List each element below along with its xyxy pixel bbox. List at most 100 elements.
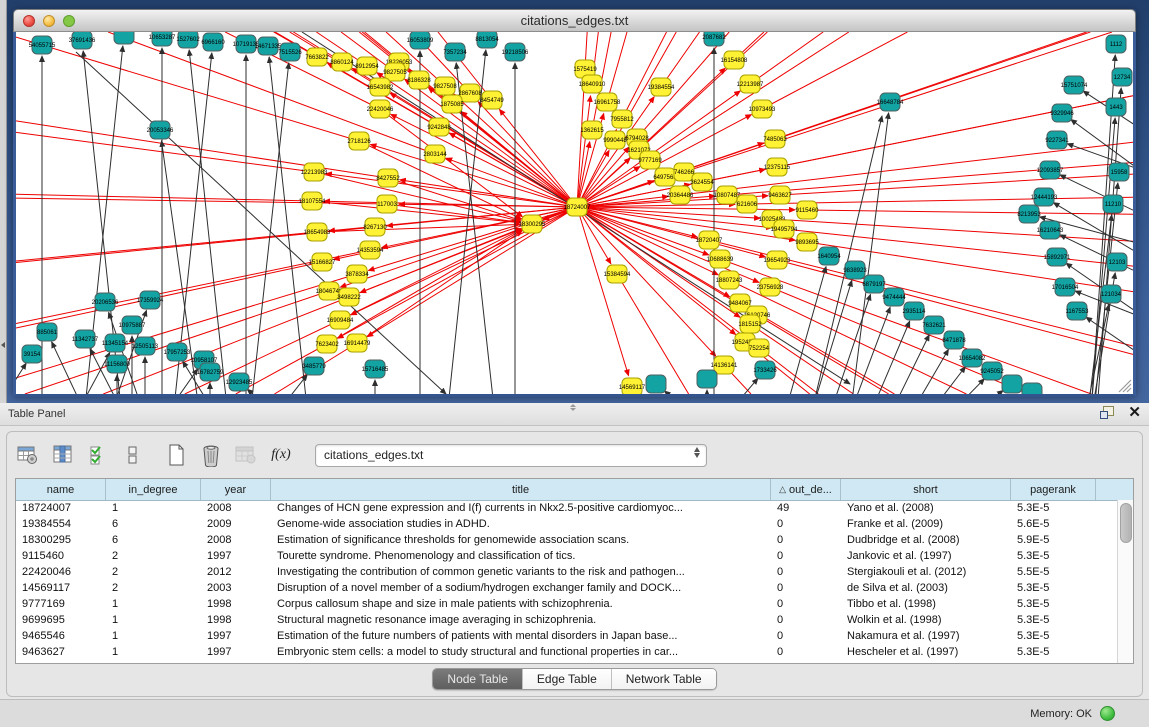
table-type-tabs: Node TableEdge TableNetwork Table <box>432 668 716 690</box>
graph-node-label: 10653287 <box>149 35 176 41</box>
column-header[interactable]: short <box>841 479 1011 500</box>
column-header[interactable]: in_degree <box>106 479 201 500</box>
graph-node-label: 14136141 <box>711 363 738 369</box>
graph-node-label: 18654983 <box>304 230 331 236</box>
split-pane-handle-icon[interactable] <box>566 404 580 412</box>
table-row[interactable]: 911546021997Tourette syndrome. Phenomeno… <box>16 548 1118 564</box>
table-selector-dropdown[interactable]: citations_edges.txt <box>315 444 707 467</box>
graph-node-label: 1167553 <box>1066 309 1090 315</box>
control-panel-splitter[interactable] <box>0 0 7 403</box>
graph-node-label: 2935114 <box>903 309 927 315</box>
graph-node-label: 885061 <box>37 330 58 336</box>
table-row[interactable]: 1830029562008Estimation of significance … <box>16 532 1118 548</box>
graph-node-label: 12213983 <box>301 170 328 176</box>
table-selector-value: citations_edges.txt <box>324 448 423 462</box>
graph-node-label: 15751074 <box>1061 83 1088 89</box>
close-panel-icon[interactable]: ✕ <box>1128 406 1141 420</box>
splitter-collapse-arrow-icon[interactable] <box>1 342 5 348</box>
graph-node-label: 9227341 <box>1045 138 1069 144</box>
graph-node-label: 19654923 <box>764 258 791 264</box>
table-row[interactable]: 1456911722003Disruption of a novel membe… <box>16 580 1118 596</box>
graph-node-teal[interactable] <box>114 32 134 44</box>
graph-node-label: 14569117 <box>619 385 646 391</box>
graph-node-label: 10688639 <box>707 257 734 263</box>
table-panel-header[interactable]: Table Panel ✕ <box>0 403 1149 426</box>
graph-node-label: 17957253 <box>164 350 191 356</box>
graph-node-label: 18107554 <box>299 199 326 205</box>
table-row[interactable]: 977716911998Corpus callosum shape and si… <box>16 596 1118 612</box>
graph-node-label: 3624554 <box>690 180 714 186</box>
column-header[interactable]: title <box>271 479 771 500</box>
graph-node-label: 18300295 <box>519 222 546 228</box>
graph-node-teal[interactable] <box>646 375 666 393</box>
graph-node-teal[interactable] <box>1022 383 1042 394</box>
new-file-button[interactable] <box>163 442 189 468</box>
graph-node-label: 16648784 <box>877 100 904 106</box>
rows-button[interactable] <box>120 442 146 468</box>
graph-node-label: 9990448 <box>603 138 627 144</box>
column-header[interactable]: △out_de... <box>771 479 841 500</box>
graph-node-teal[interactable] <box>1002 375 1022 393</box>
select-rows-button[interactable] <box>85 442 111 468</box>
graph-node-label: 10975887 <box>119 323 146 329</box>
sort-ascending-icon: △ <box>779 484 786 495</box>
graph-node-label: 18807243 <box>716 278 743 284</box>
table-row[interactable]: 1938455462009Genome-wide association stu… <box>16 516 1118 532</box>
graph-node-label: 8860124 <box>330 60 354 66</box>
graph-node-label: 12375115 <box>764 165 791 171</box>
table-settings-button[interactable] <box>15 442 41 468</box>
graph-node-label: 16782759 <box>197 370 224 376</box>
show-columns-button[interactable] <box>50 442 76 468</box>
tab-network-table[interactable]: Network Table <box>612 669 716 689</box>
graph-node-label: 8471878 <box>942 338 966 344</box>
table-row[interactable]: 1872400712008Changes of HCN gene express… <box>16 500 1118 516</box>
graph-node-label: 7955812 <box>610 117 634 123</box>
graph-node-label: 6966160 <box>201 40 225 46</box>
graph-node-label: 8912954 <box>355 64 379 70</box>
attribute-table: namein_degreeyeartitle△out_de...shortpag… <box>15 478 1134 664</box>
graph-node-label: 11342737 <box>72 337 99 343</box>
tab-node-table[interactable]: Node Table <box>433 669 523 689</box>
delete-button[interactable] <box>198 442 224 468</box>
scrollbar-thumb[interactable] <box>1120 503 1132 543</box>
graph-node-label: 3485779 <box>302 364 326 370</box>
graph-node-label: 12734 <box>1114 75 1131 81</box>
graph-node-label: 22420046 <box>367 107 394 113</box>
graph-node-label: 7663822 <box>305 55 329 61</box>
function-builder-button[interactable]: f(x) <box>268 442 294 468</box>
column-header[interactable]: name <box>16 479 106 500</box>
graph-node-label: 14353594 <box>357 248 384 254</box>
network-view-canvas[interactable]: 1872400718300295157541918640910169617587… <box>13 32 1136 397</box>
network-window[interactable]: citations_edges.txt 18724007183002951575… <box>13 9 1136 395</box>
graph-node-label: 39154 <box>24 352 41 358</box>
status-bar: Memory: OK <box>0 699 1149 727</box>
graph-node-label: 3878334 <box>345 272 369 278</box>
graph-node-label: 8267130 <box>363 225 387 231</box>
graph-node-label: 1733426 <box>753 368 777 374</box>
graph-node-label: 9463627 <box>768 193 792 199</box>
table-header-row: namein_degreeyeartitle△out_de...shortpag… <box>16 479 1133 501</box>
import-table-button[interactable] <box>233 442 259 468</box>
graph-node-label: 19495794 <box>771 227 798 233</box>
column-header[interactable]: year <box>201 479 271 500</box>
resize-grip-icon[interactable] <box>1119 380 1131 392</box>
table-row[interactable]: 946554611997Estimation of the future num… <box>16 628 1118 644</box>
graph-node-label: 9474444 <box>882 295 906 301</box>
graph-node-label: 15958 <box>1111 170 1128 176</box>
graph-node-teal[interactable] <box>697 370 717 388</box>
table-row[interactable]: 2242004622012Investigating the contribut… <box>16 564 1118 580</box>
graph-node-label: 16914479 <box>344 341 371 347</box>
column-header[interactable]: pagerank <box>1011 479 1096 500</box>
graph-node-label: 17359924 <box>137 298 164 304</box>
graph-node-label: 15892971 <box>1044 255 1071 261</box>
float-panel-icon[interactable] <box>1100 406 1116 420</box>
tab-edge-table[interactable]: Edge Table <box>523 669 612 689</box>
graph-node-label: 2087682 <box>702 35 726 41</box>
graph-node-label: 15166827 <box>309 260 336 266</box>
graph-node-label: 1575419 <box>573 67 597 73</box>
graph-node-label: 2718126 <box>347 139 371 145</box>
table-row[interactable]: 969969511998Structural magnetic resonanc… <box>16 612 1118 628</box>
vertical-scrollbar[interactable] <box>1117 500 1133 663</box>
table-row[interactable]: 946362711997Embryonic stem cells: a mode… <box>16 644 1118 660</box>
network-window-titlebar[interactable]: citations_edges.txt <box>13 9 1136 32</box>
